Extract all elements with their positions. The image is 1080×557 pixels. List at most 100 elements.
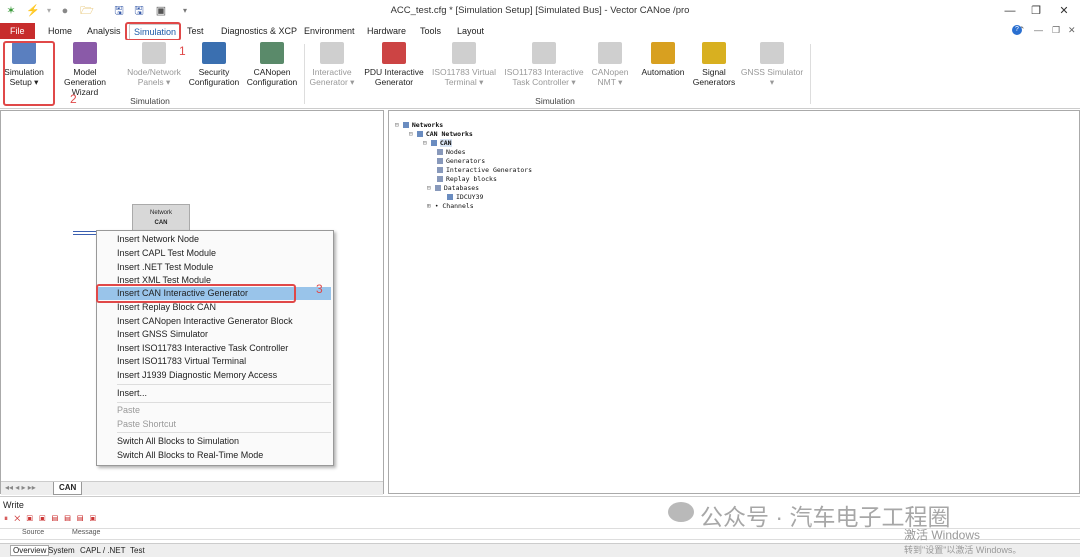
network-can-block[interactable]: Network CAN — [132, 204, 190, 232]
menu-item-insert-network-node[interactable]: Insert Network Node — [117, 233, 199, 246]
tree-item-interactive-generators[interactable]: Interactive Generators — [437, 166, 532, 174]
menu-item-insert-net-test-module[interactable]: Insert .NET Test Module — [117, 261, 213, 274]
vt-icon — [452, 42, 476, 64]
pdu-ig-icon — [382, 42, 406, 64]
child-minimize-button[interactable]: — — [1034, 25, 1043, 35]
minimize-button[interactable]: — — [1000, 3, 1020, 19]
gnss-simulator-button[interactable]: GNSS Simulator ▾ — [740, 42, 804, 87]
folder-icon — [437, 176, 443, 182]
ribbon: Simulation Setup ▾ Model Generation Wiza… — [0, 40, 1080, 109]
wechat-logo-icon — [668, 502, 694, 522]
close-button[interactable]: ✕ — [1054, 3, 1074, 19]
tab-overview[interactable]: Overview — [10, 545, 50, 556]
folder-icon — [437, 158, 443, 164]
nmt-icon — [598, 42, 622, 64]
simulation-setup-highlight-box — [3, 41, 55, 106]
canopen-nmt-button[interactable]: CANopen NMT ▾ — [590, 42, 630, 87]
write-title: Write — [3, 500, 24, 510]
menu-item-insert-gnss-simulator[interactable]: Insert GNSS Simulator — [117, 328, 208, 341]
canopen-icon — [260, 42, 284, 64]
pdu-interactive-generator-button[interactable]: PDU Interactive Generator — [360, 42, 428, 87]
signal-gen-icon — [702, 42, 726, 64]
tree-item-replay-blocks[interactable]: Replay blocks — [437, 175, 497, 183]
menu-item-insert-canopen-ig-block[interactable]: Insert CANopen Interactive Generator Blo… — [117, 315, 293, 328]
tab-capl-net[interactable]: CAPL / .NET — [80, 546, 126, 555]
menu-item-paste-shortcut: Paste Shortcut — [117, 419, 177, 429]
menu-separator — [117, 384, 331, 385]
interactive-generator-button[interactable]: Interactive Generator ▾ — [308, 42, 356, 87]
child-close-button[interactable]: ✕ — [1068, 25, 1076, 36]
menu-item-insert-replay-block-can[interactable]: Insert Replay Block CAN — [117, 301, 216, 314]
tree-item-can-networks[interactable]: ⊟ CAN Networks — [409, 130, 473, 138]
tab-scroll-arrows-icon[interactable]: ◂◂ ◂ ▸ ▸▸ — [5, 483, 36, 492]
network-icon — [430, 140, 437, 146]
database-icon — [434, 185, 441, 191]
tab-diagnostics-xcp[interactable]: Diagnostics & XCP — [217, 24, 301, 38]
security-icon — [202, 42, 226, 64]
tab-home[interactable]: Home — [44, 24, 76, 38]
automation-button[interactable]: Automation — [638, 42, 688, 77]
annotation-3: 3 — [316, 282, 323, 296]
canopen-configuration-button[interactable]: CANopen Configuration — [244, 42, 300, 87]
model-generation-wizard-button[interactable]: Model Generation Wizard — [52, 42, 118, 97]
menu-item-switch-to-real-time[interactable]: Switch All Blocks to Real-Time Mode — [117, 449, 263, 462]
tree-item-can[interactable]: ⊟ CAN — [423, 139, 452, 147]
tab-hardware[interactable]: Hardware — [363, 24, 410, 38]
iso11783-virtual-terminal-button[interactable]: ISO11783 Virtual Terminal ▾ — [430, 42, 498, 87]
wizard-icon — [73, 42, 97, 64]
gnss-icon — [760, 42, 784, 64]
database-file-icon — [447, 194, 453, 200]
help-icon[interactable]: ? — [1012, 25, 1022, 35]
menu-item-insert-iso11783-virtual-terminal[interactable]: Insert ISO11783 Virtual Terminal — [117, 355, 246, 368]
tab-layout[interactable]: Layout — [453, 24, 488, 38]
tree-item-channels[interactable]: ⊞ • Channels — [427, 202, 474, 210]
simulation-group2-label: Simulation — [535, 96, 575, 106]
menu-item-insert[interactable]: Insert... — [117, 387, 147, 400]
group-separator — [304, 44, 305, 104]
tree-item-idcuy39[interactable]: IDCUY39 — [447, 193, 483, 201]
tab-can[interactable]: CAN — [53, 482, 83, 495]
column-source[interactable]: Source — [22, 529, 44, 536]
security-configuration-button[interactable]: Security Configuration — [186, 42, 242, 87]
menu-item-insert-capl-test-module[interactable]: Insert CAPL Test Module — [117, 247, 216, 260]
iso11783-task-controller-button[interactable]: ISO11783 Interactive Task Controller ▾ — [502, 42, 586, 87]
network-icon — [402, 122, 409, 128]
tab-environment[interactable]: Environment — [300, 24, 359, 38]
signal-generators-button[interactable]: Signal Generators — [690, 42, 738, 87]
menu-separator — [117, 402, 331, 403]
column-message[interactable]: Message — [72, 529, 100, 536]
network-icon — [416, 131, 423, 137]
simulation-group-label: Simulation — [130, 96, 170, 106]
menu-separator — [117, 432, 331, 433]
channel-icon: • — [434, 203, 439, 210]
tab-simulation-highlight-box — [125, 22, 181, 41]
tab-system[interactable]: System — [48, 546, 75, 555]
tab-analysis[interactable]: Analysis — [83, 24, 125, 38]
tree-item-networks[interactable]: ⊟ Networks — [395, 121, 443, 129]
tree-item-generators[interactable]: Generators — [437, 157, 485, 165]
ribbon-tabs: File Home Analysis Simulation Test Diagn… — [0, 22, 1080, 41]
network-tree-pane: ⊟ Networks ⊟ CAN Networks ⊟ CAN Nodes Ge… — [388, 110, 1080, 494]
menu-item-switch-to-simulation[interactable]: Switch All Blocks to Simulation — [117, 435, 239, 448]
ig-icon — [320, 42, 344, 64]
tree-item-databases[interactable]: ⊟ Databases — [427, 184, 479, 192]
menu-item-insert-j1939-dm-access[interactable]: Insert J1939 Diagnostic Memory Access — [117, 369, 277, 382]
tab-test[interactable]: Test — [183, 24, 208, 38]
tab-file[interactable]: File — [0, 23, 35, 39]
menu-item-insert-iso11783-task-controller[interactable]: Insert ISO11783 Interactive Task Control… — [117, 342, 288, 355]
sheet-tab-strip: ◂◂ ◂ ▸ ▸▸ CAN — [1, 481, 383, 495]
write-toolbar-icons[interactable]: ⏸ ✕ ▣ ▣ ▤ ▤ ▤ ▣ — [4, 514, 98, 524]
panels-icon — [142, 42, 166, 64]
menu-item-paste: Paste — [117, 405, 141, 415]
folder-icon — [437, 149, 443, 155]
tab-tools[interactable]: Tools — [416, 24, 445, 38]
window-title: ACC_test.cfg * [Simulation Setup] [Simul… — [390, 5, 690, 16]
title-bar: ✶ ⚡ ▾ ● 🗁 🖫 🖫 ▣ ▾ ACC_test.cfg * [Simula… — [0, 0, 1080, 22]
context-menu: Insert Network Node Insert CAPL Test Mod… — [96, 230, 334, 466]
activate-windows-text: 激活 Windows — [904, 528, 981, 542]
tree-item-nodes[interactable]: Nodes — [437, 148, 466, 156]
node-network-panels-button[interactable]: Node/Network Panels ▾ — [122, 42, 186, 87]
maximize-button[interactable]: ❐ — [1026, 3, 1046, 19]
tab-test[interactable]: Test — [130, 546, 145, 555]
child-restore-button[interactable]: ❐ — [1052, 25, 1060, 36]
